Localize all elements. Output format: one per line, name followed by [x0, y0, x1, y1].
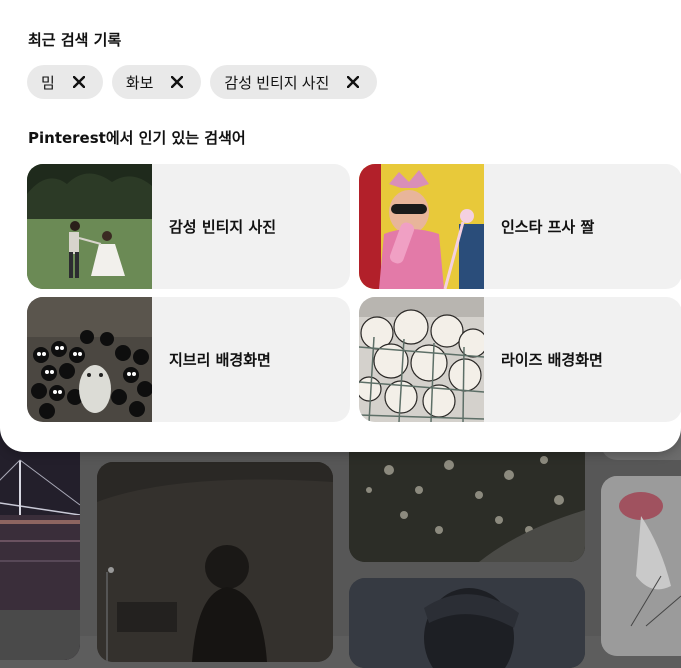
popular-search-label: 라이즈 배경화면 [501, 351, 603, 369]
recent-searches-title: 최근 검색 기록 [28, 31, 122, 49]
recent-search-chip[interactable]: 밈 [27, 65, 103, 99]
popular-searches-title: Pinterest에서 인기 있는 검색어 [28, 129, 246, 147]
recent-search-label: 화보 [125, 74, 154, 92]
popular-search-card[interactable]: 지브리 배경화면 [27, 297, 350, 422]
popular-search-card[interactable]: 감성 빈티지 사진 [27, 164, 350, 289]
pin-girl-dark-mood[interactable] [97, 462, 333, 662]
close-icon[interactable] [343, 72, 363, 92]
recent-searches-list: 밈 화보 감성 빈티지 사진 [27, 65, 378, 99]
popular-search-card[interactable]: 인스타 프사 짤 [359, 164, 681, 289]
close-icon[interactable] [69, 72, 89, 92]
thumbnail-girl-sunglasses [359, 164, 484, 289]
thumbnail-ghibli-soot-sprites [27, 297, 152, 422]
pin-man-portrait[interactable] [349, 578, 585, 668]
pin-bridge-night[interactable] [0, 420, 80, 660]
close-icon[interactable] [167, 72, 187, 92]
recent-search-label: 감성 빈티지 사진 [224, 74, 330, 92]
recent-search-chip[interactable]: 화보 [111, 65, 202, 99]
pin-bird-snow[interactable] [601, 476, 681, 656]
popular-search-label: 지브리 배경화면 [169, 351, 271, 369]
popular-search-card[interactable]: 라이즈 배경화면 [359, 297, 681, 422]
popular-search-label: 감성 빈티지 사진 [169, 218, 277, 236]
search-suggestions-panel: 최근 검색 기록 밈 화보 감성 빈티지 사진 Pinterest에서 인기 있… [0, 0, 681, 452]
popular-search-label: 인스타 프사 짤 [501, 218, 595, 236]
recent-search-chip[interactable]: 감성 빈티지 사진 [210, 65, 378, 99]
thumbnail-basketball-cart [359, 297, 484, 422]
recent-search-label: 밈 [41, 74, 55, 92]
thumbnail-couple-dancing [27, 164, 152, 289]
